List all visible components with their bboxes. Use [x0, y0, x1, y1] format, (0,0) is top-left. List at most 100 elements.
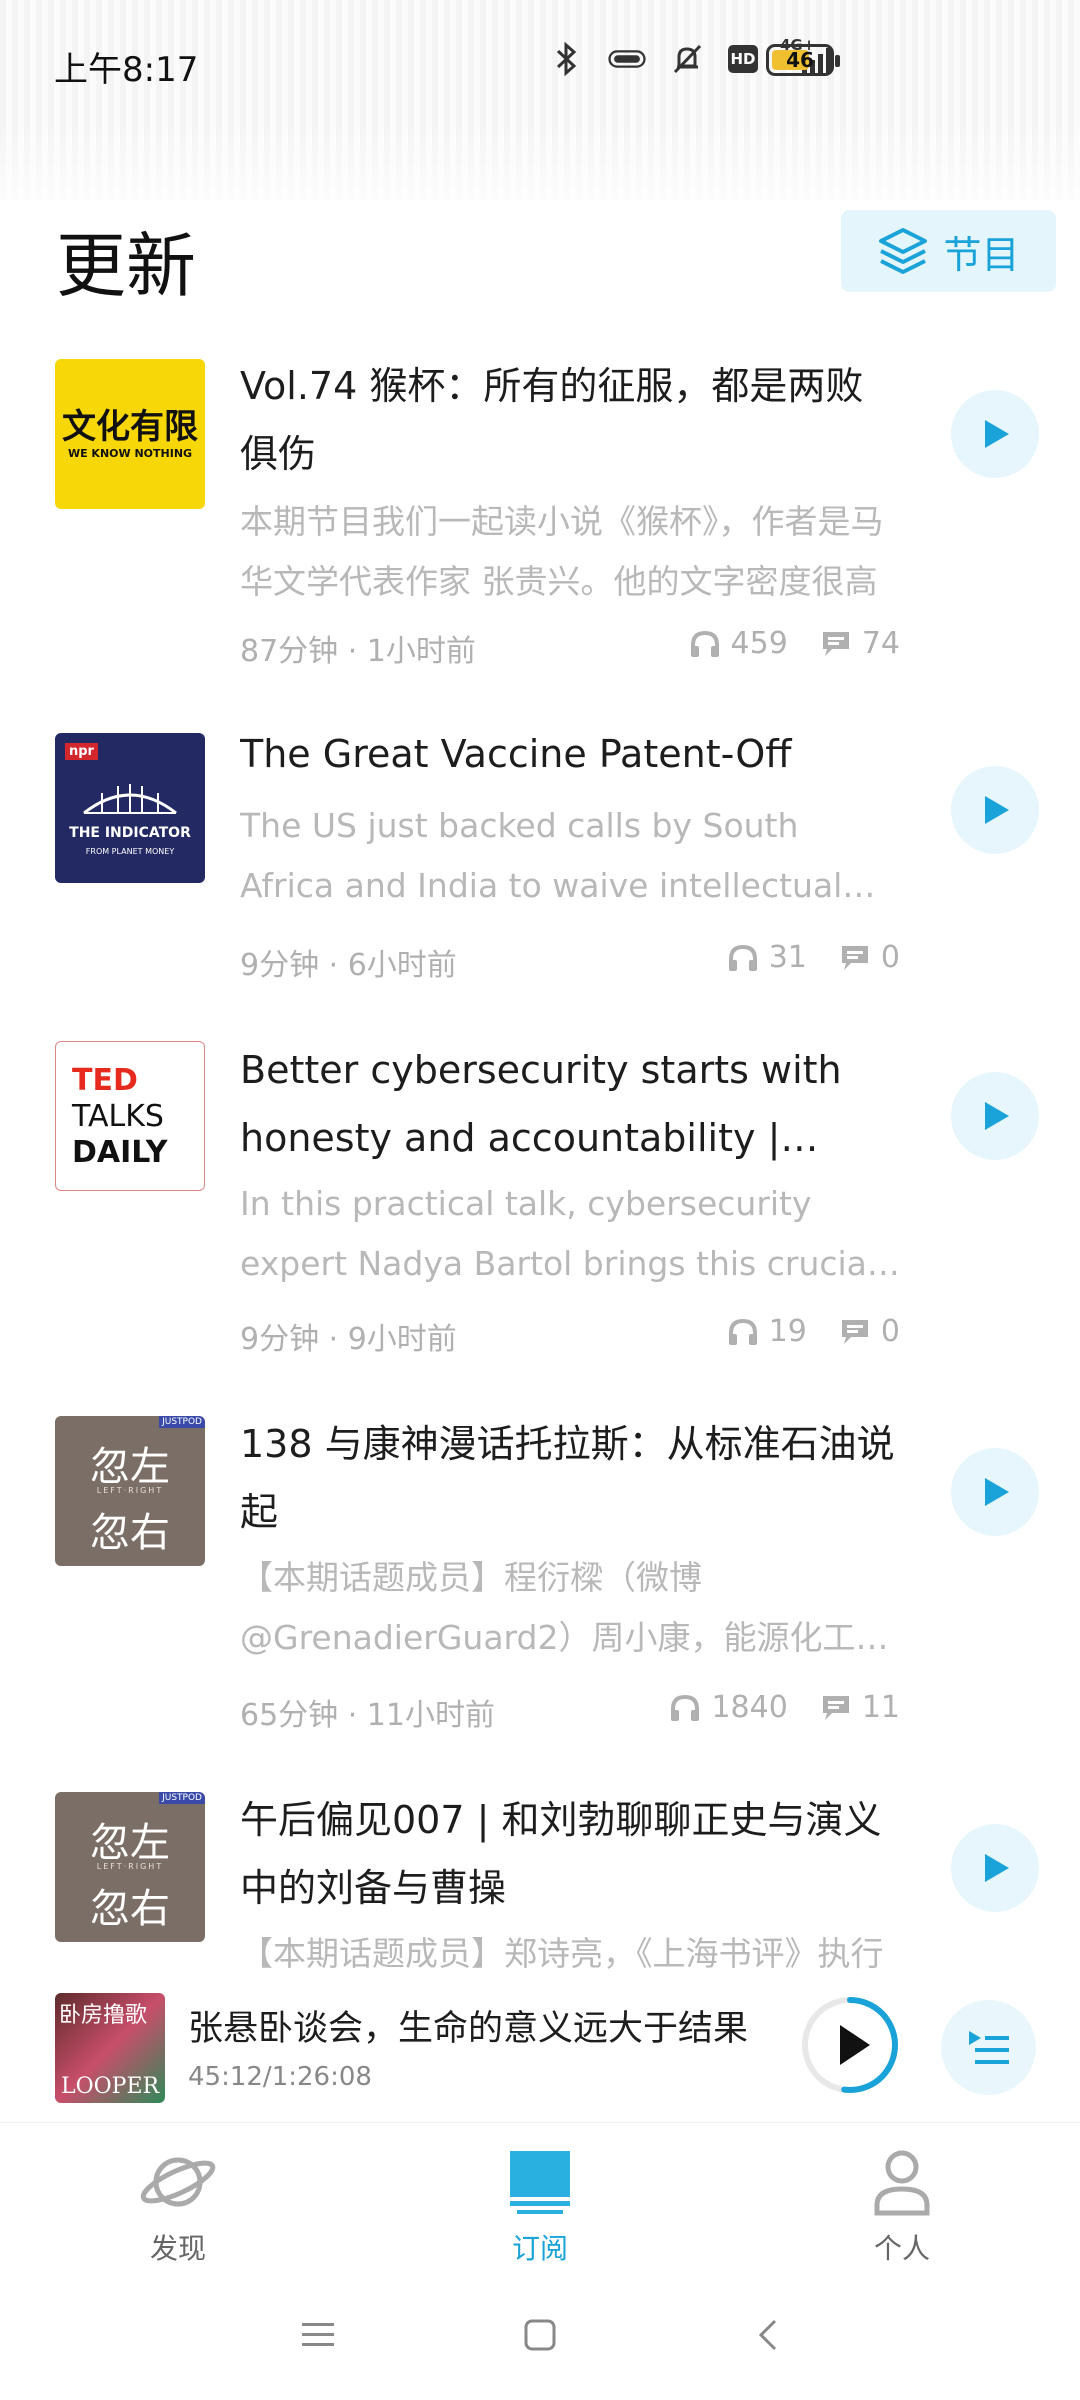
now-playing-title: 张悬卧谈会，生命的意义远大于结果 — [188, 2009, 749, 2049]
comment-count: 0 — [880, 1314, 900, 1349]
battery-indicator: 46 — [766, 44, 840, 76]
play-icon — [985, 1854, 1009, 1882]
status-bar-background — [0, 0, 1080, 230]
status-time: 上午8:17 — [54, 50, 199, 90]
cover-subtitle: LEFT·RIGHT — [96, 1862, 164, 1871]
episode-description: 【本期话题成员】程衍樑（微博@GrenadierGuard2）周小康，能源化工从… — [240, 1558, 889, 1657]
cover-title: 忽左 — [90, 1820, 170, 1866]
episode-title: 午后偏见007 | 和刘勃聊聊正史与演义中的刘备与曹操 — [240, 1798, 882, 1910]
podcast-cover: npr THE INDICATOR FROM PLANET MONEY — [55, 733, 205, 883]
comment-icon — [822, 1695, 849, 1720]
battery-level: 46 — [786, 48, 814, 72]
episode-time-ago: 1小时前 — [366, 634, 476, 669]
cover-subtitle: LOOPER — [61, 2074, 160, 2099]
episode-item[interactable]: JUSTPOD 忽左 LEFT·RIGHT 忽右 138 与康神漫话托拉斯：从标… — [0, 1388, 1080, 1748]
cover-line: TED — [72, 1063, 138, 1098]
cover-subtitle: LEFT·RIGHT — [96, 1486, 164, 1495]
tab-profile[interactable]: 个人 — [802, 2141, 1002, 2267]
cover-title: 忽右 — [90, 1886, 170, 1932]
back-icon[interactable] — [738, 2310, 798, 2360]
planet-icon — [140, 2157, 216, 2207]
cover-title: 忽右 — [90, 1510, 170, 1556]
play-button[interactable] — [951, 1072, 1039, 1160]
episode-description: In this practical talk, cybersecurity ex… — [240, 1184, 877, 1283]
person-icon — [874, 2150, 930, 2216]
podcast-cover: JUSTPOD 忽左 LEFT·RIGHT 忽右 — [55, 1792, 205, 1942]
cover-subtitle: FROM PLANET MONEY — [85, 847, 175, 856]
now-playing-time: 45:12/1:26:08 — [188, 2062, 372, 2092]
programs-button-label: 节目 — [943, 232, 1020, 277]
podcast-cover: JUSTPOD 忽左 LEFT·RIGHT 忽右 — [55, 1416, 205, 1566]
tab-discover[interactable]: 发现 — [78, 2141, 278, 2267]
programs-button[interactable]: 节目 — [841, 210, 1056, 292]
playlist-icon — [968, 2030, 1009, 2064]
play-button[interactable] — [951, 766, 1039, 854]
episode-duration: 9分钟 — [240, 1322, 320, 1357]
hd-icon: HD — [728, 45, 758, 73]
headphones-icon — [728, 944, 757, 971]
playlist-button[interactable] — [941, 2000, 1036, 2095]
comment-icon — [841, 945, 868, 970]
tab-label: 个人 — [873, 2232, 930, 2265]
play-button[interactable] — [951, 1824, 1039, 1912]
podcast-cover: TED TALKS DAILY — [55, 1041, 205, 1191]
headphones-icon — [728, 1318, 757, 1345]
home-icon[interactable] — [510, 2310, 570, 2360]
episode-meta: 9分钟 · 9小时前 19 0 — [240, 1314, 900, 1357]
cover-title: THE INDICATOR — [69, 825, 191, 841]
episode-title: The Great Vaccine Patent-Off — [240, 732, 792, 776]
episode-item[interactable]: npr THE INDICATOR FROM PLANET MONEY The … — [0, 712, 1080, 1012]
cover-title: 文化有限 — [62, 407, 198, 447]
episode-duration: 9分钟 — [240, 948, 320, 983]
cover-title: 忽左 — [90, 1444, 170, 1490]
episode-description: 本期节目我们一起读小说《猴杯》，作者是马华文学代表作家 张贵兴。他的文字密度很高 — [240, 502, 884, 601]
bottom-navigation: 发现 订阅 个人 — [0, 2122, 1080, 2271]
play-icon — [840, 2025, 870, 2065]
tab-subscribe[interactable]: 订阅 — [440, 2141, 640, 2267]
cover-badge: JUSTPOD — [159, 1792, 205, 1804]
comment-icon — [841, 1319, 868, 1344]
episode-meta: 87分钟 · 1小时前 459 74 — [240, 626, 900, 669]
episode-meta: 9分钟 · 6小时前 31 0 — [240, 940, 900, 983]
episode-item[interactable]: JUSTPOD 忽左 LEFT·RIGHT 忽右 午后偏见007 | 和刘勃聊聊… — [0, 1764, 1080, 1970]
page-title: 更新 — [56, 225, 196, 307]
now-playing-cover: 卧房撸歌 LOOPER — [55, 1993, 165, 2103]
mini-player[interactable]: 卧房撸歌 LOOPER 张悬卧谈会，生命的意义远大于结果 45:12/1:26:… — [0, 1970, 1080, 2103]
menu-icon[interactable] — [288, 2310, 348, 2360]
play-icon — [985, 796, 1009, 824]
episode-item[interactable]: TED TALKS DAILY Better cybersecurity sta… — [0, 1012, 1080, 1372]
pill-icon — [608, 40, 646, 78]
play-button[interactable] — [951, 1448, 1039, 1536]
episode-title: Better cybersecurity starts with honesty… — [240, 1048, 842, 1160]
cover-line: TALKS — [72, 1099, 164, 1134]
episode-meta: 65分钟 · 11小时前 1840 11 — [240, 1690, 900, 1733]
play-icon — [985, 420, 1009, 448]
episode-duration: 87分钟 — [240, 634, 339, 669]
episode-item[interactable]: 文化有限 WE KNOW NOTHING Vol.74 猴杯：所有的征服，都是两… — [0, 340, 1080, 680]
episode-description: 【本期话题成员】郑诗亮，《上海书评》执行主编 — [240, 1934, 884, 1970]
cover-line: DAILY — [72, 1135, 168, 1170]
episode-duration: 65分钟 — [240, 1698, 339, 1733]
cover-badge: JUSTPOD — [159, 1416, 205, 1428]
play-count: 1840 — [711, 1690, 788, 1725]
hd-text: HD — [730, 50, 756, 68]
play-count: 19 — [768, 1314, 807, 1349]
mute-bell-icon — [668, 40, 706, 78]
episode-title: Vol.74 猴杯：所有的征服，都是两败俱伤 — [240, 364, 864, 476]
podcast-cover: 文化有限 WE KNOW NOTHING — [55, 359, 205, 509]
comment-icon — [822, 631, 849, 656]
play-count: 31 — [768, 940, 807, 975]
cover-badge: npr — [65, 743, 98, 760]
play-count: 459 — [730, 626, 788, 661]
play-icon — [985, 1102, 1009, 1130]
episode-time-ago: 6小时前 — [347, 948, 457, 983]
headphones-icon — [690, 630, 719, 657]
headphones-icon — [671, 1694, 700, 1721]
episode-description: The US just backed calls by South Africa… — [240, 806, 843, 905]
mini-play-button[interactable] — [800, 1995, 900, 2095]
play-button[interactable] — [951, 390, 1039, 478]
tab-label: 订阅 — [511, 2232, 568, 2265]
bluetooth-icon — [548, 40, 586, 78]
cover-title: 卧房撸歌 — [59, 2003, 148, 2028]
episode-time-ago: 11小时前 — [366, 1698, 495, 1733]
